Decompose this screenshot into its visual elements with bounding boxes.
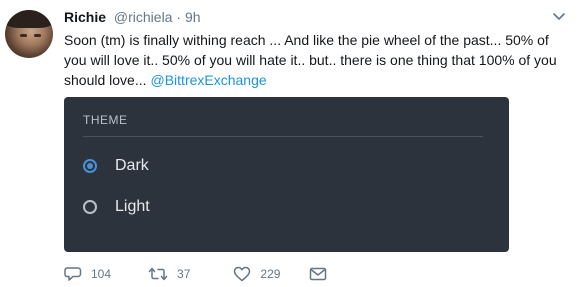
separator-dot: · <box>176 9 182 25</box>
author-handle[interactable]: @richiela <box>114 9 173 25</box>
media-image[interactable]: THEME Dark Light <box>64 97 509 252</box>
avatar-hair <box>5 10 53 28</box>
chevron-down-icon[interactable] <box>552 9 566 23</box>
theme-heading: THEME <box>83 113 128 127</box>
tweet-time[interactable]: 9h <box>185 9 201 25</box>
mention-link[interactable]: @BittrexExchange <box>151 72 267 88</box>
tweet-header: Richie @richiela · 9h <box>64 9 201 25</box>
like-button[interactable]: 229 <box>233 266 280 282</box>
avatar-eye-left <box>20 34 27 37</box>
theme-divider <box>83 136 483 137</box>
reply-button[interactable]: 104 <box>64 266 111 282</box>
theme-option-light-label: Light <box>115 198 150 215</box>
retweet-count: 37 <box>177 267 191 281</box>
theme-option-dark-label: Dark <box>115 157 149 174</box>
theme-option-light: Light <box>83 198 150 216</box>
tweet-actions: 104 37 229 <box>64 266 327 282</box>
author-name[interactable]: Richie <box>64 9 106 25</box>
theme-option-dark: Dark <box>83 157 149 175</box>
reply-count: 104 <box>91 267 112 281</box>
tweet-body: Soon (tm) is finally withing reach ... A… <box>64 32 557 88</box>
avatar[interactable] <box>5 10 53 58</box>
radio-unchecked-icon <box>83 200 97 214</box>
envelope-icon <box>309 267 327 281</box>
avatar-eye-right <box>34 34 41 37</box>
retweet-button[interactable]: 37 <box>148 266 190 282</box>
like-count: 229 <box>260 267 281 281</box>
tweet-text: Soon (tm) is finally withing reach ... A… <box>64 30 564 90</box>
reply-icon <box>64 266 82 282</box>
heart-icon <box>233 266 251 282</box>
direct-message-button[interactable] <box>309 267 327 281</box>
tweet: Richie @richiela · 9h Soon (tm) is final… <box>0 0 580 287</box>
radio-checked-icon <box>83 159 97 173</box>
retweet-icon <box>148 266 168 282</box>
